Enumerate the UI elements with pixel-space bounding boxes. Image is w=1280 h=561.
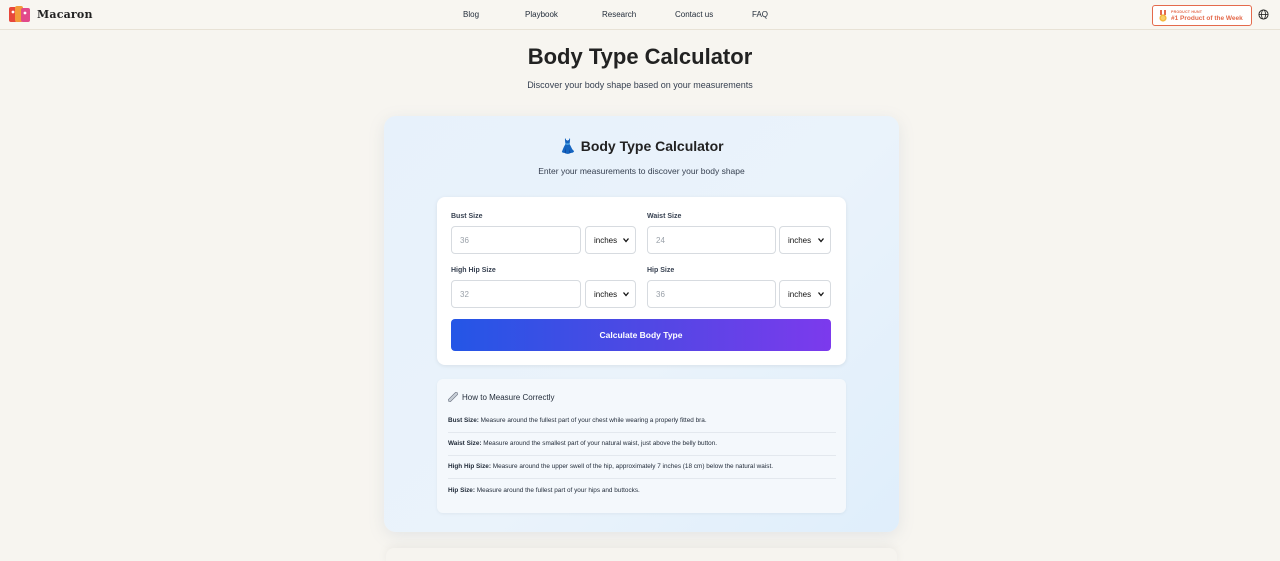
tip-text: Measure around the fullest part of your … [475, 487, 640, 494]
medal-icon [1159, 10, 1167, 22]
high-hip-size-label: High Hip Size [451, 267, 496, 274]
measurement-guide: How to Measure Correctly Bust Size: Meas… [437, 379, 846, 513]
tip-term: Waist Size: [448, 440, 482, 447]
calculator-card: 👗 Body Type Calculator Enter your measur… [384, 116, 899, 532]
nav-item-research[interactable]: Research [602, 10, 636, 19]
waist-unit-select[interactable]: inches [779, 226, 831, 254]
high-hip-unit-select[interactable]: inches [585, 280, 636, 308]
chevron-down-icon [818, 238, 824, 243]
guide-tip-waist: Waist Size: Measure around the smallest … [448, 440, 836, 447]
bust-size-label: Bust Size [451, 213, 483, 220]
calculator-subtitle: Enter your measurements to discover your… [538, 166, 745, 176]
calculator-title: 👗 Body Type Calculator [559, 138, 724, 154]
tip-term: High Hip Size: [448, 463, 491, 470]
badge-title: #1 Product of the Week [1171, 15, 1243, 22]
waist-size-label: Waist Size [647, 213, 682, 220]
guide-tip-hip: Hip Size: Measure around the fullest par… [448, 487, 836, 494]
divider [448, 432, 836, 433]
guide-heading: How to Measure Correctly [448, 392, 554, 402]
hip-unit-select[interactable]: inches [779, 280, 831, 308]
calculate-body-type-button[interactable]: Calculate Body Type [451, 319, 831, 351]
nav-item-contact-us[interactable]: Contact us [675, 10, 713, 19]
nav-item-blog[interactable]: Blog [463, 10, 479, 19]
top-navigation-bar: Macaron Blog Playbook Research Contact u… [0, 0, 1280, 30]
next-section-card [386, 548, 897, 561]
bust-unit-select[interactable]: inches [585, 226, 636, 254]
badge-caption: PRODUCT HUNT [1171, 10, 1203, 14]
tip-text: Measure around the smallest part of your… [481, 440, 718, 447]
divider [448, 455, 836, 456]
divider [448, 478, 836, 479]
chevron-down-icon [818, 292, 824, 297]
chevron-down-icon [623, 238, 629, 243]
page-subtitle: Discover your body shape based on your m… [527, 80, 753, 90]
high-hip-size-input[interactable] [451, 280, 581, 308]
high-hip-unit-value: inches [594, 290, 618, 299]
tip-text: Measure around the upper swell of the hi… [490, 463, 774, 470]
nav-item-playbook[interactable]: Playbook [525, 10, 558, 19]
ruler-icon [448, 392, 458, 402]
chevron-down-icon [623, 292, 629, 297]
main-nav: Blog Playbook Research Contact us FAQ [0, 10, 1280, 22]
waist-unit-value: inches [788, 236, 812, 245]
hip-size-input[interactable] [647, 280, 776, 308]
bust-size-input[interactable] [451, 226, 581, 254]
hip-size-label: Hip Size [647, 267, 675, 274]
hip-unit-value: inches [788, 290, 812, 299]
guide-title: How to Measure Correctly [462, 392, 555, 402]
waist-size-input[interactable] [647, 226, 776, 254]
guide-tip-bust: Bust Size: Measure around the fullest pa… [448, 417, 836, 424]
tip-text: Measure around the fullest part of your … [478, 417, 707, 424]
bust-unit-value: inches [594, 236, 618, 245]
measurement-form: Bust Size inches Waist Size inches High … [437, 197, 846, 365]
tip-term: Bust Size: [448, 417, 479, 424]
tip-term: Hip Size: [448, 487, 475, 494]
page-title: Body Type Calculator [527, 44, 753, 69]
nav-item-faq[interactable]: FAQ [752, 10, 768, 19]
product-hunt-badge[interactable]: PRODUCT HUNT #1 Product of the Week [1152, 5, 1252, 26]
guide-tip-high-hip: High Hip Size: Measure around the upper … [448, 463, 836, 470]
globe-icon[interactable] [1258, 9, 1269, 20]
